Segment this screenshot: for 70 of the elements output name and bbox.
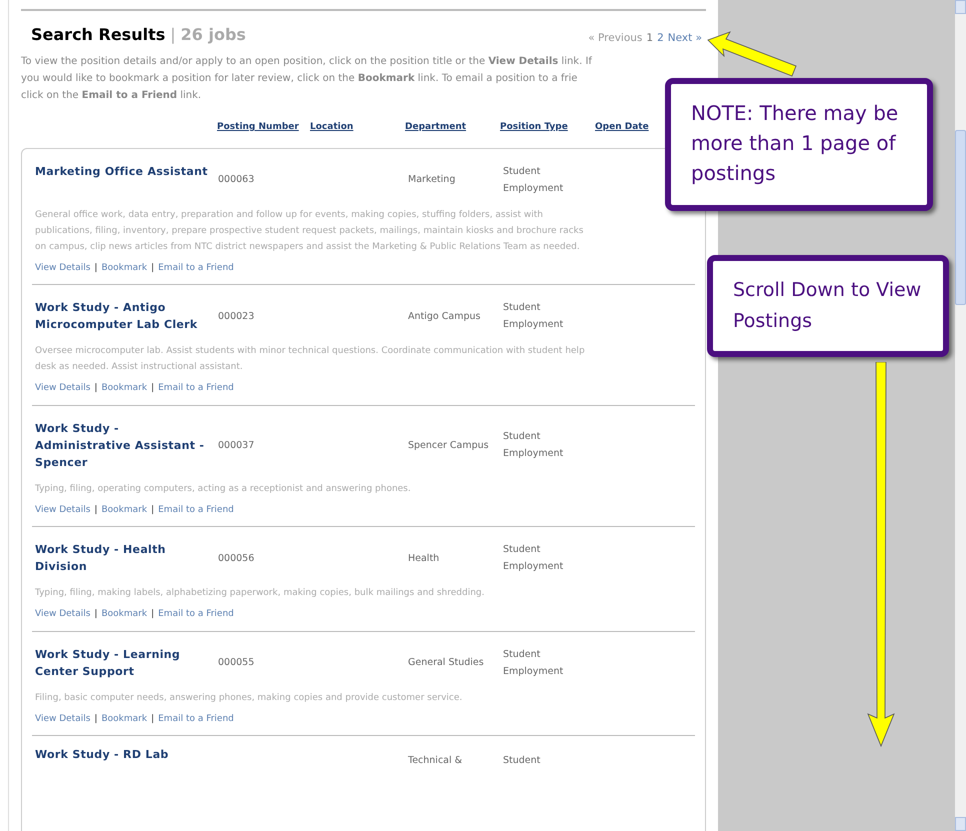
job-description: Oversee microcomputer lab. Assist students with minor technical questions. Coordinate communication with student help desk as needed. Assist instructional assistant. xyxy=(35,345,586,374)
link-separator: | xyxy=(94,504,98,516)
link-separator: | xyxy=(151,504,154,516)
link-separator: | xyxy=(151,712,154,726)
job-title-link[interactable]: Marketing Office Assistant xyxy=(35,162,218,180)
position-type: Student Employment xyxy=(503,301,564,332)
position-type: Student xyxy=(503,754,540,768)
job-action-link[interactable]: Email to a Friend xyxy=(158,608,234,622)
job-title-link[interactable]: Work Study - Administrative Assistant - Spencer xyxy=(35,420,218,470)
scroll-thumb[interactable] xyxy=(955,130,966,305)
job-description: General office work, data entry, preparation and follow up for events, making copies, stuffing folders, assist with publications, filing, inventory, prepare prospective student request packets, mailings, maintain kiosks and brochure racks on campus, clip news articles from NTC district newspapers and assist the Marketing & Public Relations Team as needed. xyxy=(35,208,584,254)
job-action-link[interactable]: Email to a Friend xyxy=(158,262,234,275)
job-action-link[interactable]: Email to a Friend xyxy=(158,382,234,396)
page-title: Search Results xyxy=(31,24,166,46)
department: Health xyxy=(408,552,440,566)
department: General Studies xyxy=(408,656,485,670)
job-title-link[interactable]: Work Study - Antigo Microcomputer Lab Clerk xyxy=(35,299,218,333)
job-title-link[interactable]: Work Study - Health Division xyxy=(35,541,218,575)
department: Antigo Campus xyxy=(408,310,482,324)
title-separator: | xyxy=(170,24,176,46)
job-title-link[interactable]: Work Study - Learning Center Support xyxy=(35,646,218,680)
job-title-link[interactable]: Work Study - RD Lab xyxy=(35,746,408,763)
job-action-link[interactable]: Bookmark xyxy=(101,608,148,622)
job-action-link[interactable]: View Details xyxy=(35,608,90,622)
job-action-link[interactable]: Bookmark xyxy=(101,504,148,517)
job-action-link[interactable]: View Details xyxy=(35,382,90,396)
position-type: Student Employment xyxy=(503,430,564,461)
job-action-link[interactable]: Email to a Friend xyxy=(158,712,234,726)
column-header-link[interactable]: Open Date xyxy=(595,121,649,134)
pagination-link[interactable]: 2 xyxy=(657,31,664,47)
posting-number: 000023 xyxy=(218,310,256,324)
intro-text: click on the Email to a Friend link. xyxy=(21,89,202,103)
link-separator: | xyxy=(94,608,98,621)
job-description: Typing, filing, operating computers, acting as a receptionist and answering phones. xyxy=(35,482,412,496)
job-count: 26 jobs xyxy=(180,24,246,46)
job-description: Typing, filing, making labels, alphabetizing paperwork, making copies, bulk mailings and shredding. xyxy=(35,587,486,600)
link-separator: | xyxy=(94,262,98,274)
link-separator: | xyxy=(151,608,154,621)
column-header-link[interactable]: Position Type xyxy=(500,121,595,134)
department: Technical & xyxy=(408,754,464,768)
intro-text: To view the position details and/or apply to an open position, click on the position title or the View Details link. If xyxy=(21,55,594,69)
callout-text: NOTE: There may be more than 1 page of postings xyxy=(691,100,900,187)
column-header-link[interactable]: Department xyxy=(405,121,500,134)
job-action-link[interactable]: View Details xyxy=(35,504,90,517)
job-description: Filing, basic computer needs, answering phones, making copies and provide customer service. xyxy=(35,692,464,704)
link-separator: | xyxy=(151,382,154,395)
department: Marketing xyxy=(408,173,456,187)
scrollbar[interactable] xyxy=(955,0,966,831)
column-header-link[interactable]: Location xyxy=(310,121,405,134)
link-separator: | xyxy=(94,712,98,726)
intro-text: you would like to bookmark a position for later review, click on the Bookmark link. To email a position to a frie xyxy=(21,72,578,86)
callout-text: Scroll Down to View Postings xyxy=(733,278,922,334)
posting-number: 000037 xyxy=(218,438,256,452)
pagination-link[interactable]: Next » xyxy=(668,31,702,47)
job-action-link[interactable]: Bookmark xyxy=(101,382,148,396)
link-separator: | xyxy=(94,382,98,395)
job-action-link[interactable]: Email to a Friend xyxy=(158,504,234,517)
job-action-link[interactable]: View Details xyxy=(35,712,90,726)
posting-number: 000056 xyxy=(218,552,256,566)
position-type: Student Employment xyxy=(503,543,564,574)
posting-number: 000063 xyxy=(218,173,256,187)
job-action-link[interactable]: View Details xyxy=(35,262,90,275)
job-action-link[interactable]: Bookmark xyxy=(101,712,148,726)
position-type: Student Employment xyxy=(503,164,564,196)
column-header-link[interactable]: Posting Number xyxy=(217,121,310,134)
job-action-link[interactable]: Bookmark xyxy=(101,262,148,275)
department: Spencer Campus xyxy=(408,438,490,452)
posting-number: 000055 xyxy=(218,656,256,670)
link-separator: | xyxy=(151,262,154,274)
position-type: Student Employment xyxy=(503,648,564,678)
